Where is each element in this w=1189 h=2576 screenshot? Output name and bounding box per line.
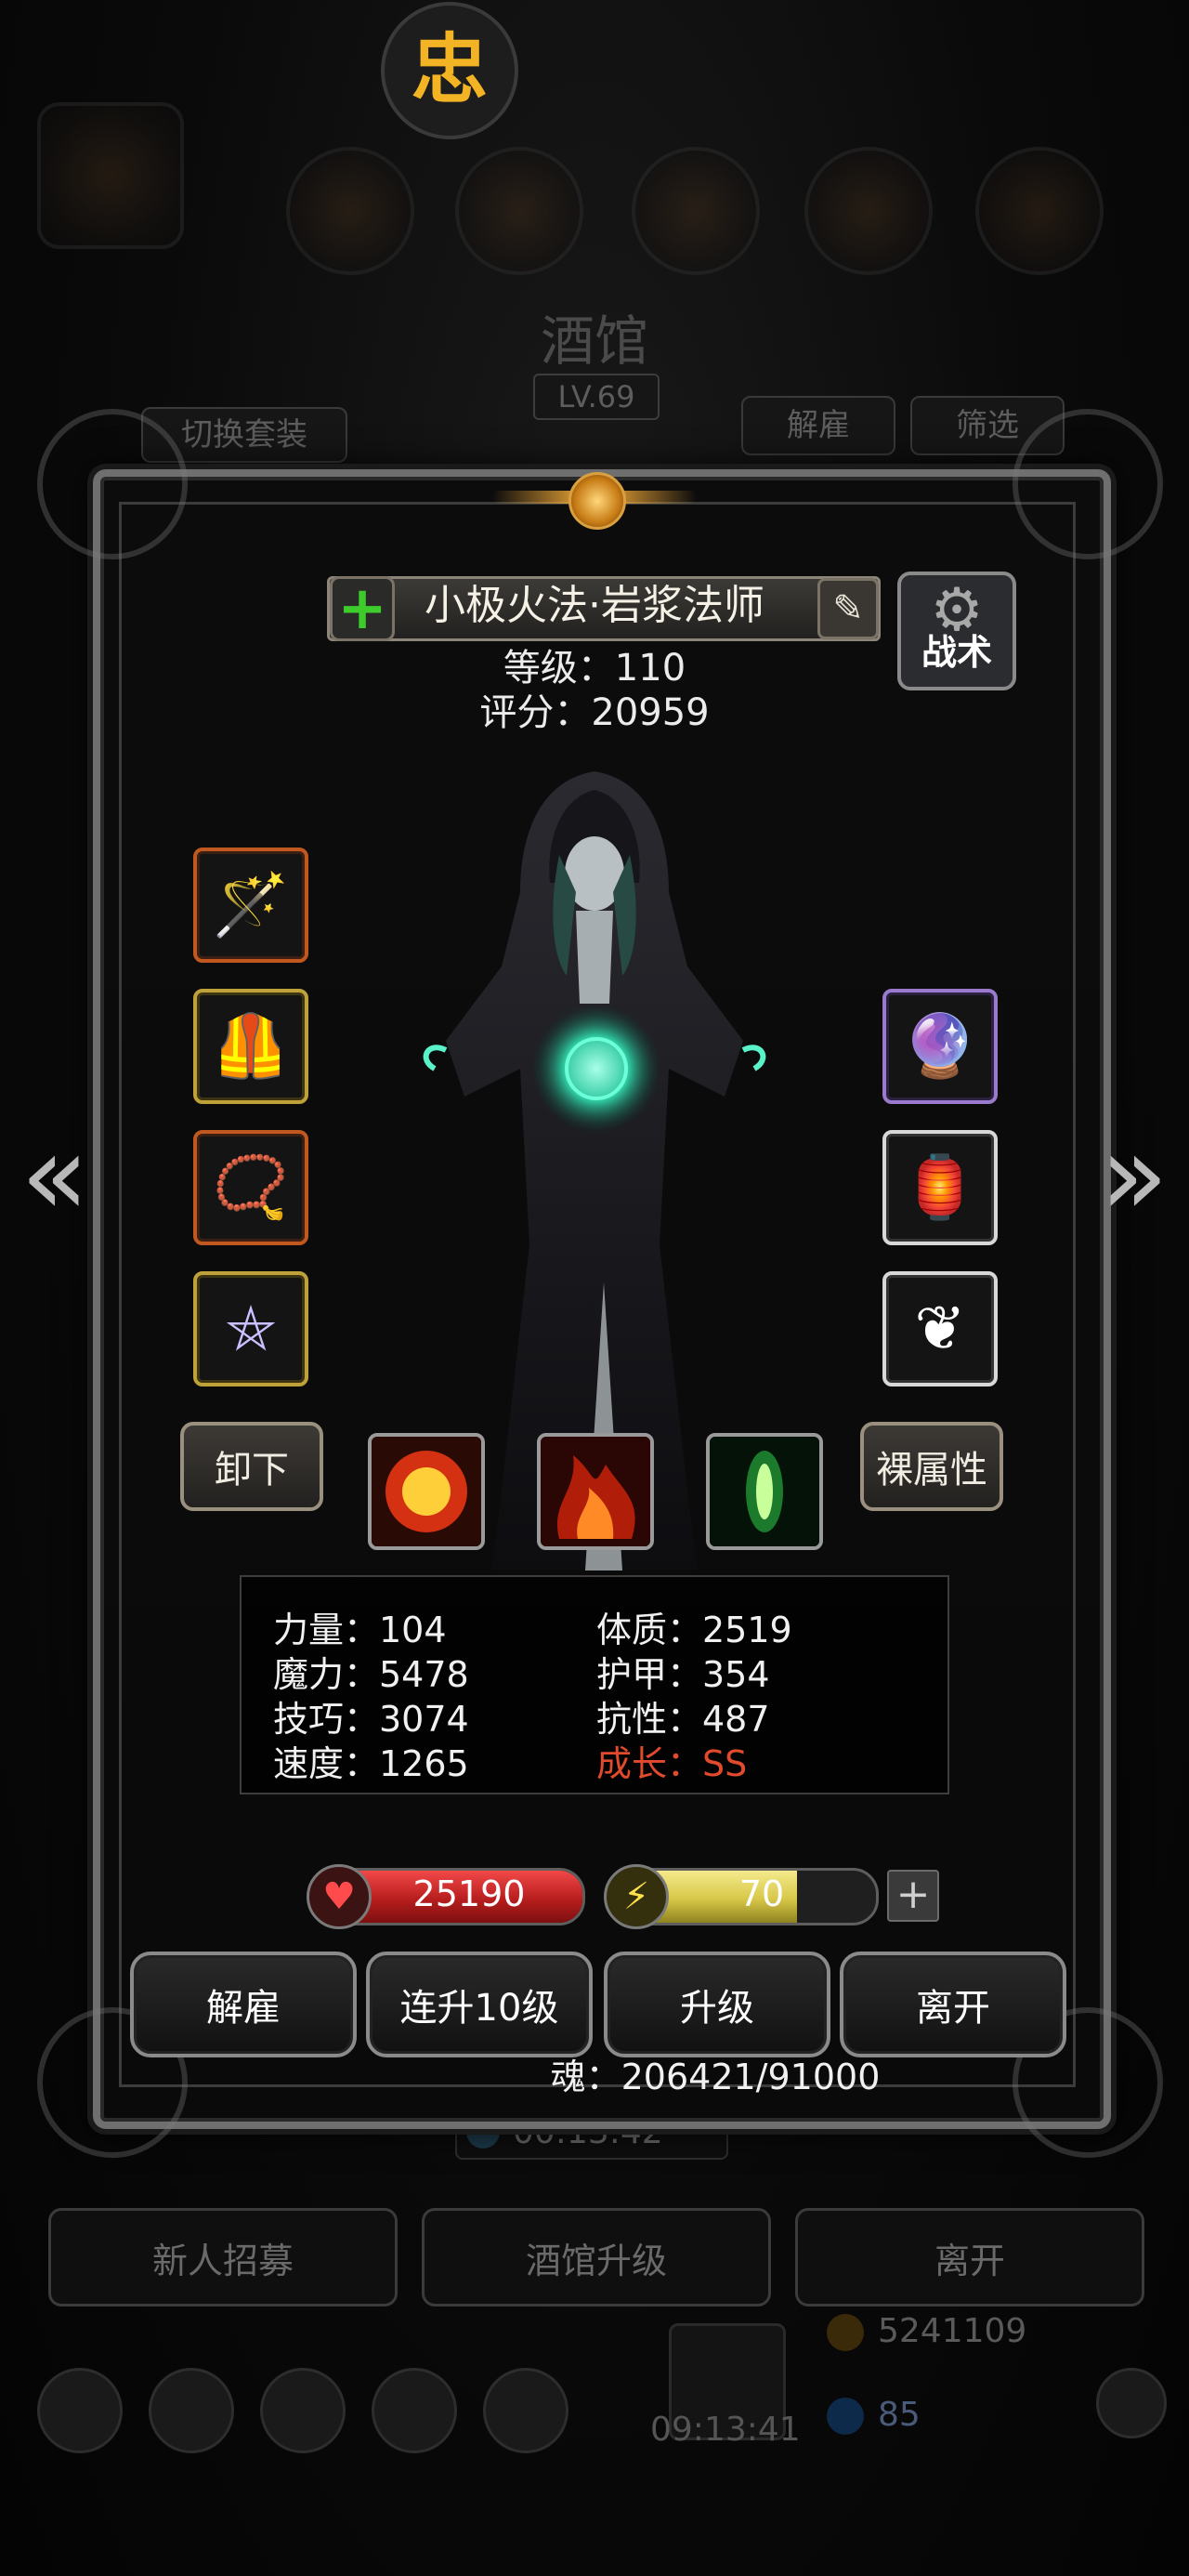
lantern-icon: 🏮 <box>901 1151 979 1223</box>
lantern-slot[interactable]: 🏮 <box>882 1130 998 1245</box>
stat-armor: 护甲：354 <box>596 1654 770 1695</box>
bg-skill-icon <box>286 147 414 275</box>
wing-icon: ❦ <box>914 1293 966 1364</box>
fire-burst-skill[interactable] <box>368 1433 485 1550</box>
hero-name: 小极火法·岩浆法师 <box>425 582 764 629</box>
hero-score: 评分：20959 <box>479 691 710 734</box>
soul-count: 魂：206421/91000 <box>550 2057 881 2097</box>
next-hero-arrow-icon[interactable]: » <box>1092 1111 1176 1242</box>
tactic-button[interactable]: ⚙ 战术 <box>897 572 1016 690</box>
heart-icon: ♥ <box>307 1864 372 1929</box>
stats-panel: 力量：104 体质：2519 魔力：5478 护甲：354 技巧：3074 抗性… <box>240 1575 949 1794</box>
bg-skill-icon <box>975 147 1104 275</box>
prev-hero-arrow-icon[interactable]: « <box>13 1111 97 1242</box>
stat-speed: 速度：1265 <box>273 1743 469 1784</box>
bg-skill-icon <box>455 147 583 275</box>
tactic-label: 战术 <box>921 632 992 673</box>
bg-gold-amount: 5241109 <box>878 2312 1027 2350</box>
bg-menu-icon <box>149 2368 234 2453</box>
ring-slot[interactable]: ⛤ <box>193 1271 308 1387</box>
bg-bottom-timer: 09:13:41 <box>650 2411 801 2449</box>
orb-slot[interactable]: 🔮 <box>882 989 998 1104</box>
armor-icon: 🦺 <box>212 1010 290 1082</box>
flame-skill[interactable] <box>537 1433 654 1550</box>
bg-skill-icon <box>804 147 933 275</box>
bg-upgrade-tavern-button: 酒馆升级 <box>422 2208 771 2307</box>
energy-value: 70 <box>738 1873 785 1914</box>
bg-leave-button: 离开 <box>795 2208 1144 2307</box>
wing-slot[interactable]: ❦ <box>882 1271 998 1387</box>
stat-constitution: 体质：2519 <box>596 1610 792 1650</box>
upgrade-10-levels-button[interactable]: 连升10级 <box>366 1952 593 2057</box>
green-flame-skill[interactable] <box>706 1433 823 1550</box>
bg-menu-icon <box>372 2368 457 2453</box>
bg-gem-amount: 85 <box>878 2396 921 2434</box>
weapon-slot[interactable]: 🪄 <box>193 848 308 963</box>
bg-add-icon <box>1096 2368 1167 2438</box>
coin-icon <box>827 2314 864 2351</box>
bg-menu-icon <box>260 2368 346 2453</box>
bg-recruit-button: 新人招募 <box>48 2208 398 2307</box>
armor-slot[interactable]: 🦺 <box>193 989 308 1104</box>
amulet-icon: 📿 <box>212 1151 290 1223</box>
logo-glyph: 忠 <box>411 26 488 114</box>
corner-ornament <box>37 409 188 559</box>
unequip-button[interactable]: 卸下 <box>180 1422 323 1511</box>
bg-skill-icon <box>632 147 760 275</box>
fire-burst-icon <box>372 1437 481 1546</box>
app-logo: 忠 <box>381 2 518 139</box>
staff-icon: 🪄 <box>212 869 290 940</box>
flame-icon <box>541 1437 650 1546</box>
stat-growth: 成长：SS <box>596 1743 748 1784</box>
bg-avatar-frame <box>37 102 184 249</box>
leave-button[interactable]: 离开 <box>840 1952 1066 2057</box>
bg-dismiss-button: 解雇 <box>741 396 895 455</box>
upgrade-button[interactable]: 升级 <box>604 1952 830 2057</box>
stat-magic: 魔力：5478 <box>273 1654 469 1695</box>
dialog-crest <box>492 465 697 530</box>
bg-menu-icon <box>483 2368 568 2453</box>
orb-icon: 🔮 <box>901 1010 979 1082</box>
lightning-icon: ⚡ <box>604 1864 669 1929</box>
add-hero-button[interactable]: + <box>330 576 395 641</box>
stat-skill: 技巧：3074 <box>273 1699 469 1740</box>
hp-value: 25190 <box>412 1873 526 1914</box>
dismiss-button[interactable]: 解雇 <box>130 1952 357 2057</box>
edit-name-button[interactable]: ✎ <box>817 578 879 639</box>
corner-ornament <box>1013 409 1163 559</box>
stat-resistance: 抗性：487 <box>596 1699 770 1740</box>
green-flame-icon <box>710 1437 819 1546</box>
necklace-slot[interactable]: 📿 <box>193 1130 308 1245</box>
plus-icon: + <box>337 574 387 643</box>
bg-tavern-level: LV.69 <box>533 374 660 420</box>
naked-attributes-button[interactable]: 裸属性 <box>860 1422 1003 1511</box>
pentagram-icon: ⛤ <box>226 1293 276 1364</box>
edit-icon: ✎ <box>832 587 864 630</box>
stat-strength: 力量：104 <box>273 1610 447 1650</box>
bg-tavern-title: 酒馆 <box>540 309 648 373</box>
crest-gem-icon <box>568 472 626 530</box>
add-energy-button[interactable]: + <box>887 1870 939 1922</box>
bg-menu-icon <box>37 2368 123 2453</box>
